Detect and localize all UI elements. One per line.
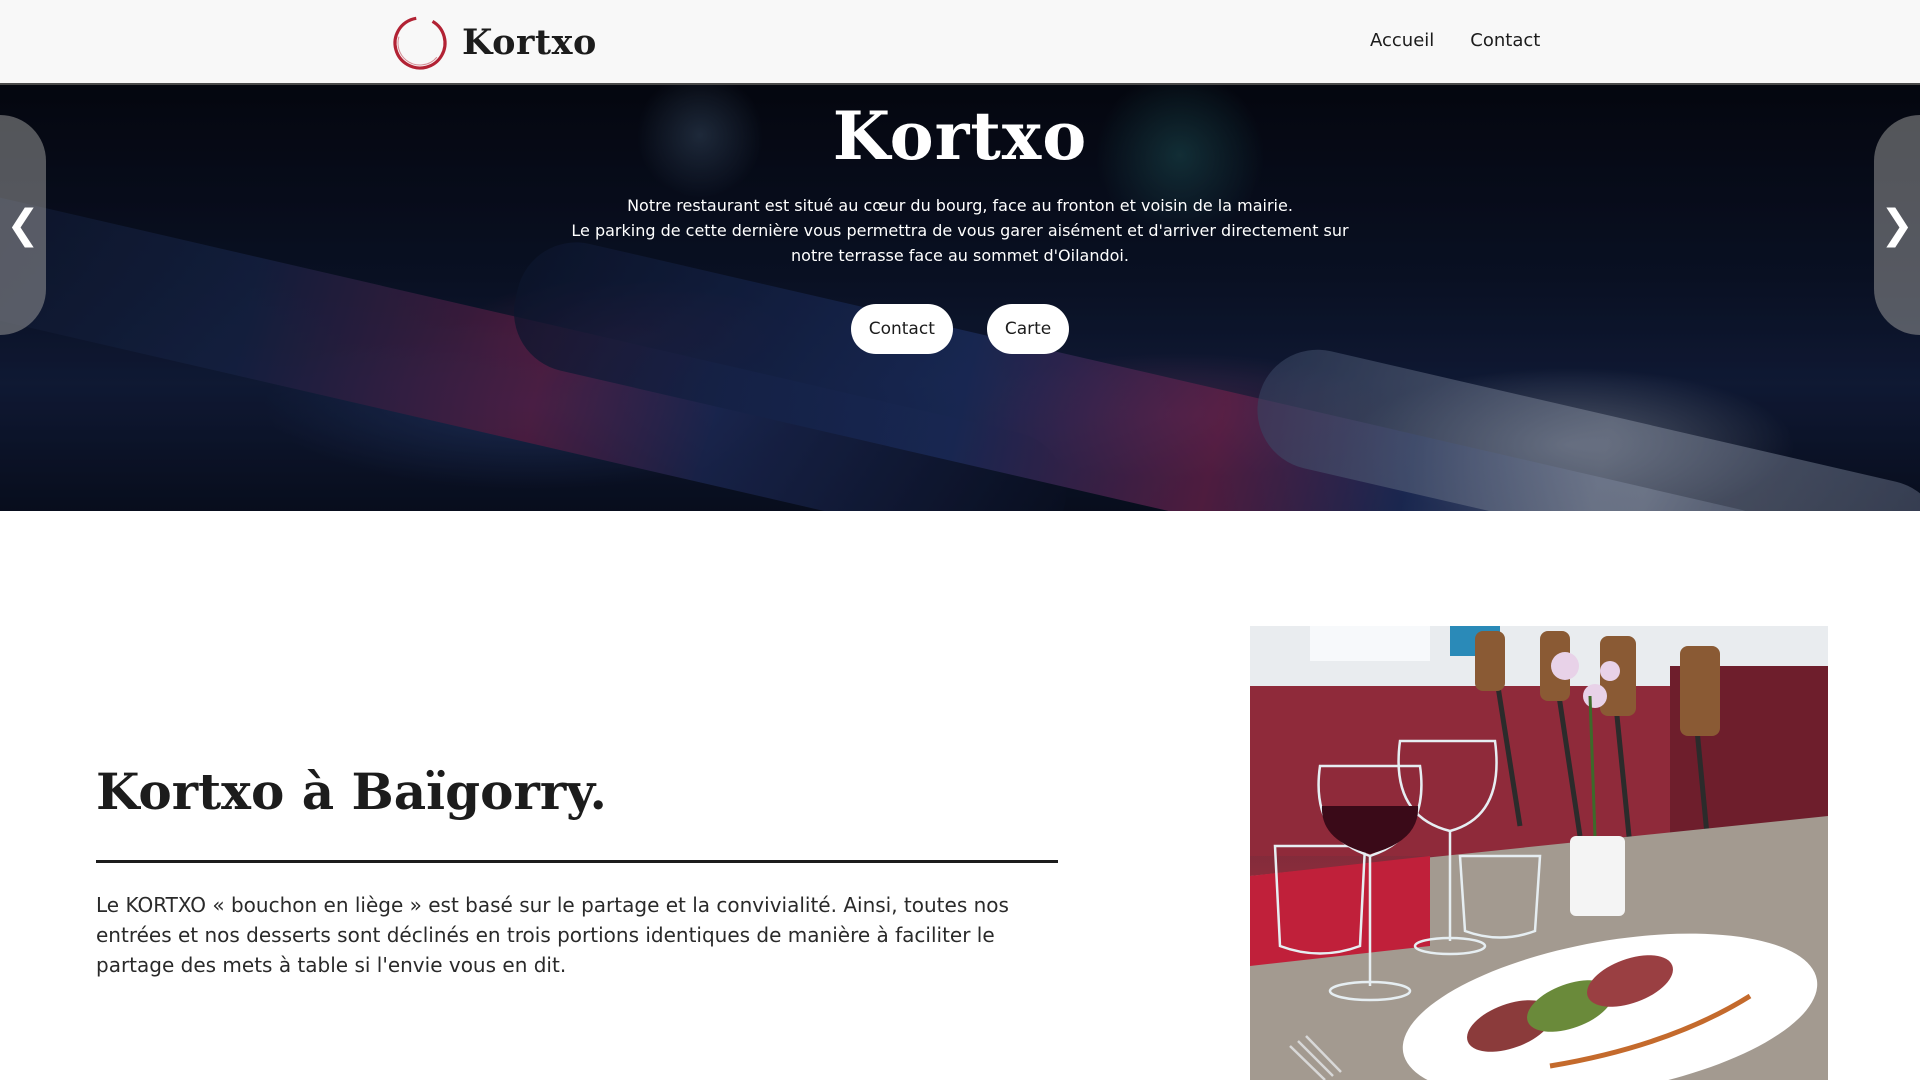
main-nav: Accueil Contact [1370,30,1540,51]
hero-description-line: Notre restaurant est situé au cœur du bo… [627,196,1293,215]
cork-ring-logo-icon [393,16,447,70]
hero-banner: ❮ ❯ Kortxo Notre restaurant est situé au… [0,85,1920,511]
about-title: Kortxo à Baïgorry. [96,762,607,821]
logo-text: Kortxo [462,21,597,63]
hero-description: Notre restaurant est situé au cœur du bo… [560,193,1360,268]
contact-button[interactable]: Contact [850,304,953,354]
chevron-right-icon: ❯ [1880,202,1914,248]
hero-description-line: Le parking de cette dernière vous permet… [571,221,1349,265]
hero-title: Kortxo [832,97,1088,175]
nav-item-accueil[interactable]: Accueil [1370,30,1434,51]
site-header: Kortxo Accueil Contact [0,0,1920,85]
about-text: Le KORTXO « bouchon en liège » est basé … [96,893,1009,977]
nav-item-contact[interactable]: Contact [1470,30,1540,51]
about-divider [96,860,1058,863]
hero-buttons: Contact Carte [0,304,1920,354]
carte-button[interactable]: Carte [986,304,1070,354]
logo-link[interactable]: Kortxo [390,12,597,72]
chevron-left-icon: ❮ [6,202,40,248]
restaurant-table-photo [1250,626,1828,1080]
restaurant-table-illustration [1250,626,1828,1080]
